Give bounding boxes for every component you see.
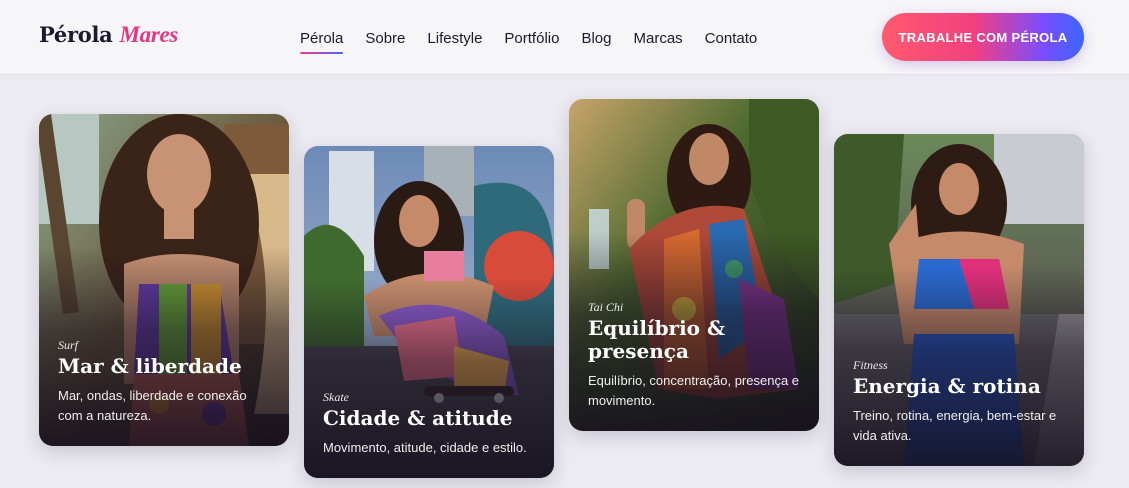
nav-item-marcas[interactable]: Marcas [633, 30, 682, 51]
card-title: Cidade & atitude [323, 406, 513, 430]
card-tai-chi[interactable]: Tai Chi Equilíbrio & presença Equilíbrio… [569, 99, 819, 431]
card-skate[interactable]: Skate Cidade & atitude Movimento, atitud… [304, 146, 554, 478]
logo[interactable]: Pérola Mares [39, 22, 178, 48]
nav-item-blog[interactable]: Blog [581, 30, 611, 51]
card-description: Mar, ondas, liberdade e conexão com a na… [58, 388, 247, 423]
card-category: Skate [323, 390, 349, 404]
card-surf[interactable]: Surf Mar & liberdade Mar, ondas, liberda… [39, 114, 289, 446]
work-with-perola-button[interactable]: TRABALHE COM PÉROLA [882, 13, 1084, 61]
nav-item-contato[interactable]: Contato [705, 30, 758, 51]
card-category: Tai Chi [588, 300, 624, 314]
logo-main: Pérola [39, 22, 113, 47]
main-nav: Pérola Sobre Lifestyle Portfólio Blog Ma… [300, 30, 758, 54]
nav-item-lifestyle[interactable]: Lifestyle [427, 30, 482, 51]
card-text: Surf Mar & liberdade Mar, ondas, liberda… [58, 338, 273, 426]
nav-item-sobre[interactable]: Sobre [365, 30, 405, 51]
site-header: Pérola Mares Pérola Sobre Lifestyle Port… [0, 0, 1129, 75]
nav-item-portfolio[interactable]: Portfólio [504, 30, 559, 51]
card-fitness[interactable]: Fitness Energia & rotina Treino, rotina,… [834, 134, 1084, 466]
card-description: Movimento, atitude, cidade e estilo. [323, 440, 527, 455]
card-text: Skate Cidade & atitude Movimento, atitud… [323, 390, 538, 458]
logo-accent: Mares [119, 22, 179, 47]
card-title: Mar & liberdade [58, 354, 242, 378]
card-title: Equilíbrio & presença [588, 316, 726, 363]
card-title: Energia & rotina [853, 374, 1041, 398]
card-description: Equilíbrio, concentração, presença e mov… [588, 373, 800, 408]
nav-item-perola[interactable]: Pérola [300, 30, 344, 54]
card-description: Treino, rotina, energia, bem-estar e vid… [853, 408, 1057, 443]
card-category: Surf [58, 338, 79, 352]
card-text: Fitness Energia & rotina Treino, rotina,… [853, 358, 1068, 446]
card-text: Tai Chi Equilíbrio & presença Equilíbrio… [588, 300, 803, 411]
card-category: Fitness [853, 358, 888, 372]
